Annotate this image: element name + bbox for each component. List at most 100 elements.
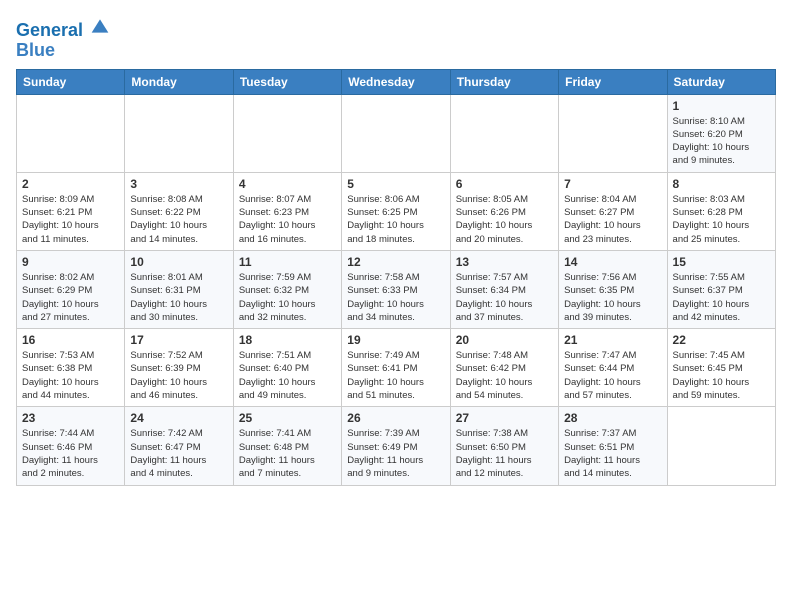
weekday-header-monday: Monday bbox=[125, 69, 233, 94]
calendar-cell: 8 Sunrise: 8:03 AM Sunset: 6:28 PM Daylig… bbox=[667, 172, 775, 250]
day-info: Sunrise: 8:10 AM Sunset: 6:20 PM Dayligh… bbox=[673, 115, 770, 168]
day-info: Sunrise: 8:06 AM Sunset: 6:25 PM Dayligh… bbox=[347, 193, 444, 246]
day-number: 14 bbox=[564, 255, 661, 269]
day-number: 10 bbox=[130, 255, 227, 269]
calendar-cell: 26 Sunrise: 7:39 AM Sunset: 6:49 PM Dayli… bbox=[342, 407, 450, 485]
calendar-table: SundayMondayTuesdayWednesdayThursdayFrid… bbox=[16, 69, 776, 486]
calendar-cell: 7Sunrise: 8:04 AM Sunset: 6:27 PM Daylig… bbox=[559, 172, 667, 250]
week-row-1: 1 Sunrise: 8:10 AM Sunset: 6:20 PM Daylig… bbox=[17, 94, 776, 172]
day-number: 28 bbox=[564, 411, 661, 425]
calendar-cell: 23 Sunrise: 7:44 AM Sunset: 6:46 PM Dayli… bbox=[17, 407, 125, 485]
day-info: Sunrise: 8:02 AM Sunset: 6:29 PM Dayligh… bbox=[22, 271, 119, 324]
calendar-cell: 24 Sunrise: 7:42 AM Sunset: 6:47 PM Dayli… bbox=[125, 407, 233, 485]
day-number: 21 bbox=[564, 333, 661, 347]
calendar-cell: 17 Sunrise: 7:52 AM Sunset: 6:39 PM Dayli… bbox=[125, 329, 233, 407]
weekday-header-wednesday: Wednesday bbox=[342, 69, 450, 94]
day-number: 25 bbox=[239, 411, 336, 425]
day-number: 27 bbox=[456, 411, 553, 425]
calendar-cell bbox=[125, 94, 233, 172]
weekday-header-thursday: Thursday bbox=[450, 69, 558, 94]
day-info: Sunrise: 7:58 AM Sunset: 6:33 PM Dayligh… bbox=[347, 271, 444, 324]
logo-blue: Blue bbox=[16, 41, 110, 61]
day-info: Sunrise: 8:07 AM Sunset: 6:23 PM Dayligh… bbox=[239, 193, 336, 246]
day-number: 23 bbox=[22, 411, 119, 425]
calendar-cell: 12 Sunrise: 7:58 AM Sunset: 6:33 PM Dayli… bbox=[342, 250, 450, 328]
day-info: Sunrise: 7:57 AM Sunset: 6:34 PM Dayligh… bbox=[456, 271, 553, 324]
calendar-cell bbox=[342, 94, 450, 172]
calendar-cell: 15 Sunrise: 7:55 AM Sunset: 6:37 PM Dayli… bbox=[667, 250, 775, 328]
day-info: Sunrise: 7:56 AM Sunset: 6:35 PM Dayligh… bbox=[564, 271, 661, 324]
day-info: Sunrise: 7:53 AM Sunset: 6:38 PM Dayligh… bbox=[22, 349, 119, 402]
calendar-cell: 16 Sunrise: 7:53 AM Sunset: 6:38 PM Dayli… bbox=[17, 329, 125, 407]
calendar-cell bbox=[667, 407, 775, 485]
day-number: 16 bbox=[22, 333, 119, 347]
day-number: 4 bbox=[239, 177, 336, 191]
logo: General Blue bbox=[16, 16, 110, 61]
calendar-cell: 25 Sunrise: 7:41 AM Sunset: 6:48 PM Dayli… bbox=[233, 407, 341, 485]
calendar-cell: 13 Sunrise: 7:57 AM Sunset: 6:34 PM Dayli… bbox=[450, 250, 558, 328]
calendar-cell: 1 Sunrise: 8:10 AM Sunset: 6:20 PM Daylig… bbox=[667, 94, 775, 172]
calendar-cell: 5 Sunrise: 8:06 AM Sunset: 6:25 PM Daylig… bbox=[342, 172, 450, 250]
calendar-cell: 18 Sunrise: 7:51 AM Sunset: 6:40 PM Dayli… bbox=[233, 329, 341, 407]
day-number: 22 bbox=[673, 333, 770, 347]
calendar-cell: 14 Sunrise: 7:56 AM Sunset: 6:35 PM Dayli… bbox=[559, 250, 667, 328]
weekday-header-tuesday: Tuesday bbox=[233, 69, 341, 94]
page-header: General Blue bbox=[16, 16, 776, 61]
day-info: Sunrise: 8:03 AM Sunset: 6:28 PM Dayligh… bbox=[673, 193, 770, 246]
day-number: 13 bbox=[456, 255, 553, 269]
day-number: 5 bbox=[347, 177, 444, 191]
day-info: Sunrise: 7:59 AM Sunset: 6:32 PM Dayligh… bbox=[239, 271, 336, 324]
calendar-cell: 20 Sunrise: 7:48 AM Sunset: 6:42 PM Dayli… bbox=[450, 329, 558, 407]
calendar-cell: 22Sunrise: 7:45 AM Sunset: 6:45 PM Dayli… bbox=[667, 329, 775, 407]
calendar-cell: 6 Sunrise: 8:05 AM Sunset: 6:26 PM Daylig… bbox=[450, 172, 558, 250]
logo-text: General bbox=[16, 16, 110, 41]
day-info: Sunrise: 8:01 AM Sunset: 6:31 PM Dayligh… bbox=[130, 271, 227, 324]
day-info: Sunrise: 7:42 AM Sunset: 6:47 PM Dayligh… bbox=[130, 427, 227, 480]
day-info: Sunrise: 7:44 AM Sunset: 6:46 PM Dayligh… bbox=[22, 427, 119, 480]
day-number: 26 bbox=[347, 411, 444, 425]
day-info: Sunrise: 7:52 AM Sunset: 6:39 PM Dayligh… bbox=[130, 349, 227, 402]
calendar-cell: 4 Sunrise: 8:07 AM Sunset: 6:23 PM Daylig… bbox=[233, 172, 341, 250]
week-row-5: 23 Sunrise: 7:44 AM Sunset: 6:46 PM Dayli… bbox=[17, 407, 776, 485]
weekday-header-saturday: Saturday bbox=[667, 69, 775, 94]
week-row-4: 16 Sunrise: 7:53 AM Sunset: 6:38 PM Dayli… bbox=[17, 329, 776, 407]
calendar-cell: 19 Sunrise: 7:49 AM Sunset: 6:41 PM Dayli… bbox=[342, 329, 450, 407]
day-number: 3 bbox=[130, 177, 227, 191]
day-info: Sunrise: 7:37 AM Sunset: 6:51 PM Dayligh… bbox=[564, 427, 661, 480]
calendar-cell: 11Sunrise: 7:59 AM Sunset: 6:32 PM Dayli… bbox=[233, 250, 341, 328]
day-info: Sunrise: 7:55 AM Sunset: 6:37 PM Dayligh… bbox=[673, 271, 770, 324]
day-number: 1 bbox=[673, 99, 770, 113]
day-info: Sunrise: 8:05 AM Sunset: 6:26 PM Dayligh… bbox=[456, 193, 553, 246]
weekday-header-row: SundayMondayTuesdayWednesdayThursdayFrid… bbox=[17, 69, 776, 94]
day-number: 8 bbox=[673, 177, 770, 191]
day-info: Sunrise: 7:39 AM Sunset: 6:49 PM Dayligh… bbox=[347, 427, 444, 480]
day-number: 18 bbox=[239, 333, 336, 347]
calendar-cell bbox=[17, 94, 125, 172]
calendar-cell bbox=[559, 94, 667, 172]
day-info: Sunrise: 7:49 AM Sunset: 6:41 PM Dayligh… bbox=[347, 349, 444, 402]
week-row-3: 9 Sunrise: 8:02 AM Sunset: 6:29 PM Daylig… bbox=[17, 250, 776, 328]
calendar-body: 1 Sunrise: 8:10 AM Sunset: 6:20 PM Daylig… bbox=[17, 94, 776, 485]
calendar-cell: 2Sunrise: 8:09 AM Sunset: 6:21 PM Daylig… bbox=[17, 172, 125, 250]
day-info: Sunrise: 7:38 AM Sunset: 6:50 PM Dayligh… bbox=[456, 427, 553, 480]
day-info: Sunrise: 7:41 AM Sunset: 6:48 PM Dayligh… bbox=[239, 427, 336, 480]
calendar-cell: 28 Sunrise: 7:37 AM Sunset: 6:51 PM Dayli… bbox=[559, 407, 667, 485]
calendar-cell: 27 Sunrise: 7:38 AM Sunset: 6:50 PM Dayli… bbox=[450, 407, 558, 485]
weekday-header-sunday: Sunday bbox=[17, 69, 125, 94]
day-number: 6 bbox=[456, 177, 553, 191]
day-number: 20 bbox=[456, 333, 553, 347]
weekday-header-friday: Friday bbox=[559, 69, 667, 94]
day-info: Sunrise: 7:51 AM Sunset: 6:40 PM Dayligh… bbox=[239, 349, 336, 402]
day-number: 17 bbox=[130, 333, 227, 347]
day-number: 9 bbox=[22, 255, 119, 269]
day-info: Sunrise: 8:08 AM Sunset: 6:22 PM Dayligh… bbox=[130, 193, 227, 246]
day-number: 19 bbox=[347, 333, 444, 347]
calendar-cell bbox=[233, 94, 341, 172]
day-number: 15 bbox=[673, 255, 770, 269]
day-info: Sunrise: 8:09 AM Sunset: 6:21 PM Dayligh… bbox=[22, 193, 119, 246]
day-info: Sunrise: 7:48 AM Sunset: 6:42 PM Dayligh… bbox=[456, 349, 553, 402]
calendar-cell bbox=[450, 94, 558, 172]
day-number: 12 bbox=[347, 255, 444, 269]
day-number: 24 bbox=[130, 411, 227, 425]
calendar-cell: 10 Sunrise: 8:01 AM Sunset: 6:31 PM Dayli… bbox=[125, 250, 233, 328]
